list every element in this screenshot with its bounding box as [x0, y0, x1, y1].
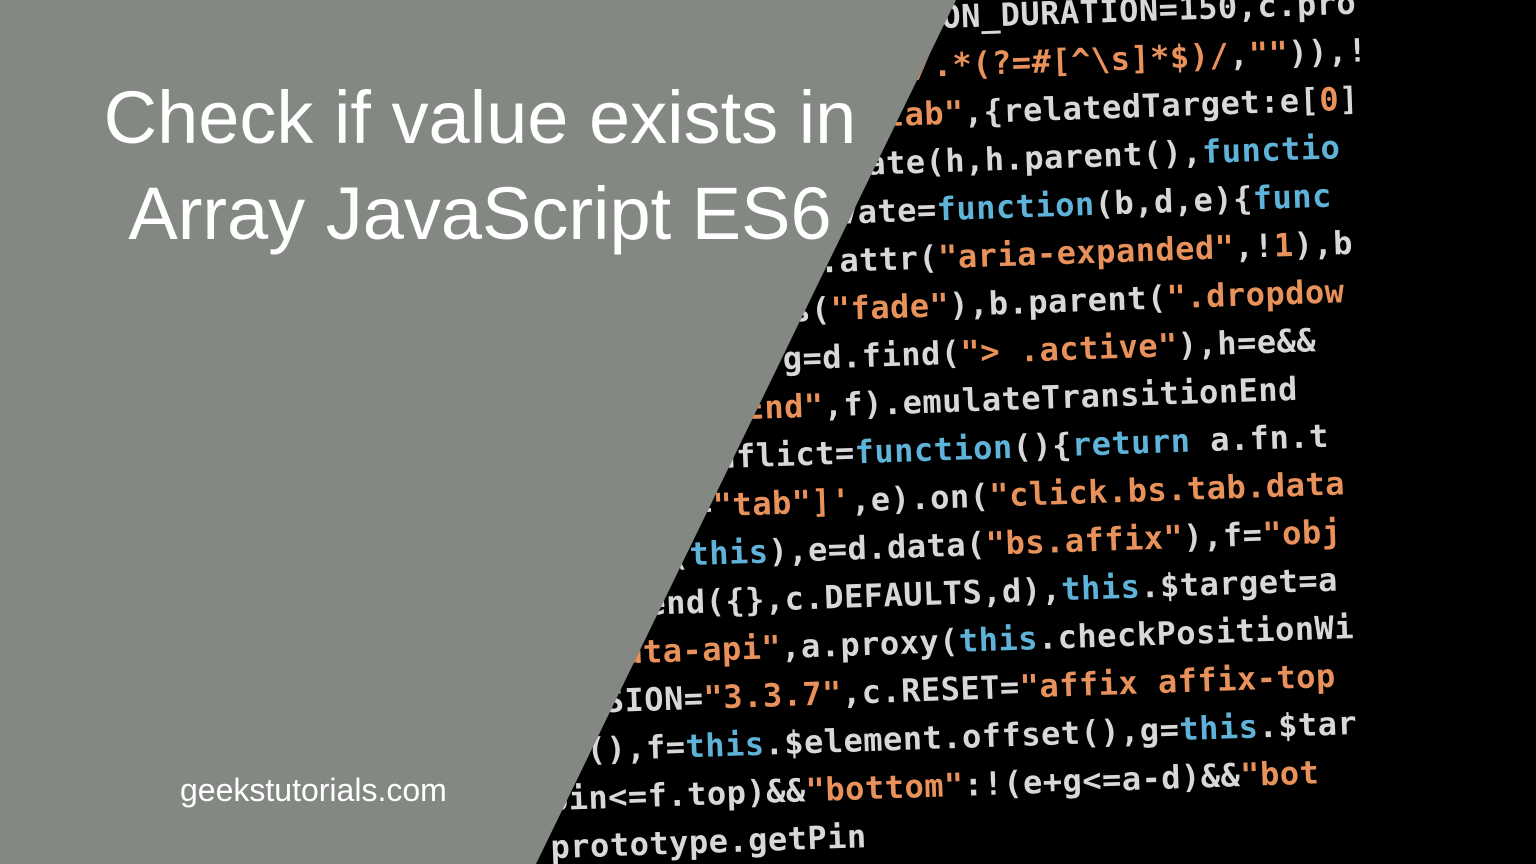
article-title: Check if value exists in Array JavaScrip…	[65, 70, 895, 262]
site-name: geekstutorials.com	[180, 772, 447, 809]
banner-container: Check if value exists in Array JavaScrip…	[0, 0, 1536, 864]
